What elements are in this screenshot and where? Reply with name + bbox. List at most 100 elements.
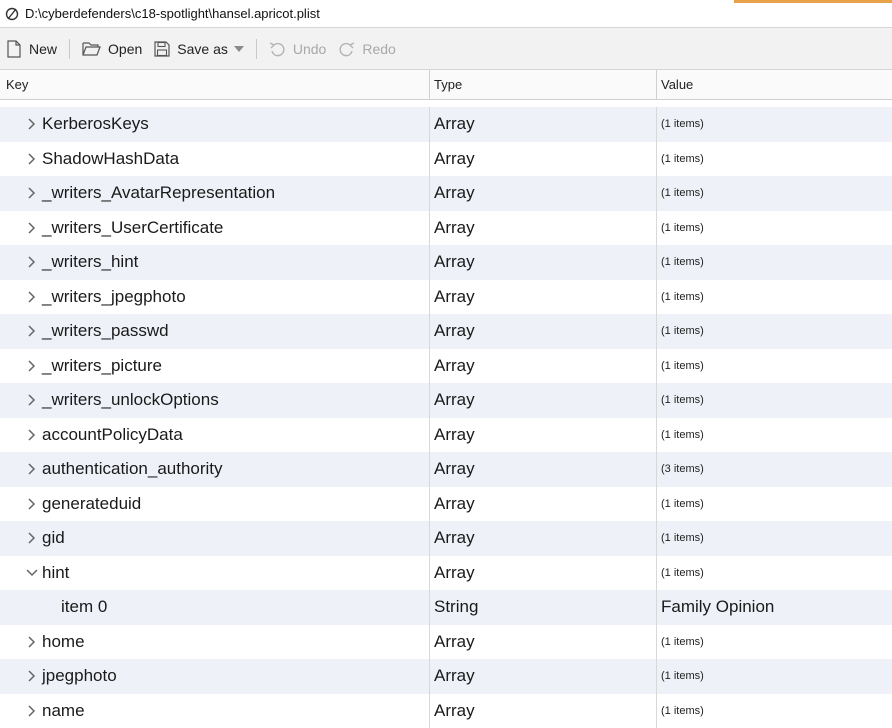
chevron-right-icon[interactable] xyxy=(25,428,39,442)
value-cell: (1 items) xyxy=(657,349,892,384)
chevron-right-icon[interactable] xyxy=(25,221,39,235)
column-header-type[interactable]: Type xyxy=(430,70,657,99)
table-row[interactable]: _writers_unlockOptions Array(1 items) xyxy=(0,383,892,418)
value-cell: (1 items) xyxy=(657,107,892,142)
value-cell: (1 items) xyxy=(657,383,892,418)
type-cell: Array xyxy=(430,556,657,591)
save-as-button-label: Save as xyxy=(177,41,228,57)
key-cell: accountPolicyData xyxy=(0,418,430,453)
value-cell: Family Opinion xyxy=(657,590,892,625)
table-row[interactable]: hintArray(1 items) xyxy=(0,556,892,591)
type-cell: Array xyxy=(430,418,657,453)
key-label: gid xyxy=(42,528,65,548)
chevron-right-icon[interactable] xyxy=(25,635,39,649)
chevron-right-icon[interactable] xyxy=(25,359,39,373)
type-cell: Array xyxy=(430,280,657,315)
key-label: generateduid xyxy=(42,494,141,514)
value-cell: (1 items) xyxy=(657,280,892,315)
chevron-right-icon[interactable] xyxy=(25,531,39,545)
key-cell: item 0 xyxy=(0,590,430,625)
type-cell: Array xyxy=(430,383,657,418)
key-cell: authentication_authority xyxy=(0,452,430,487)
chevron-right-icon[interactable] xyxy=(25,462,39,476)
table-row[interactable]: _writers_AvatarRepresentationArray(1 ite… xyxy=(0,176,892,211)
type-cell: Array xyxy=(430,625,657,660)
table-row[interactable]: accountPolicyDataArray(1 items) xyxy=(0,418,892,453)
type-cell: Array xyxy=(430,314,657,349)
table-row[interactable]: jpegphotoArray(1 items) xyxy=(0,659,892,694)
table-row[interactable]: item 0StringFamily Opinion xyxy=(0,590,892,625)
column-header-value[interactable]: Value xyxy=(657,70,892,99)
table-row[interactable]: _writers_hintArray(1 items) xyxy=(0,245,892,280)
key-cell: generateduid xyxy=(0,487,430,522)
key-label: accountPolicyData xyxy=(42,425,183,445)
undo-button[interactable]: Undo xyxy=(263,34,332,64)
chevron-right-icon[interactable] xyxy=(25,393,39,407)
key-label: _writers_passwd xyxy=(42,321,169,341)
toolbar-separator xyxy=(69,39,70,59)
table-row[interactable]: gidArray(1 items) xyxy=(0,521,892,556)
key-label: _writers_unlockOptions xyxy=(42,390,219,410)
value-cell: (1 items) xyxy=(657,245,892,280)
chevron-right-icon[interactable] xyxy=(25,324,39,338)
table-row[interactable]: _writers_UserCertificateArray(1 items) xyxy=(0,211,892,246)
chevron-down-icon[interactable] xyxy=(25,566,39,580)
app-logo-icon xyxy=(5,7,19,21)
type-cell: Array xyxy=(430,452,657,487)
chevron-right-icon[interactable] xyxy=(25,152,39,166)
key-label: _writers_hint xyxy=(42,252,138,272)
table-row[interactable]: generateduidArray(1 items) xyxy=(0,487,892,522)
table-row[interactable]: _writers_jpegphoto Array(1 items) xyxy=(0,280,892,315)
chevron-right-icon[interactable] xyxy=(25,117,39,131)
key-cell: name xyxy=(0,694,430,728)
open-button[interactable]: Open xyxy=(76,34,148,64)
chevron-right-icon[interactable] xyxy=(25,255,39,269)
chevron-right-icon[interactable] xyxy=(25,186,39,200)
key-label: _writers_jpegphoto xyxy=(42,287,186,307)
table-row[interactable]: _writers_passwdArray(1 items) xyxy=(0,314,892,349)
new-file-icon xyxy=(6,40,22,58)
window-title: D:\cyberdefenders\c18-spotlight\hansel.a… xyxy=(25,6,320,21)
table-row[interactable]: ShadowHashDataArray(1 items) xyxy=(0,142,892,177)
key-cell: _writers_UserCertificate xyxy=(0,211,430,246)
chevron-down-icon[interactable] xyxy=(234,46,244,52)
new-button[interactable]: New xyxy=(0,34,63,64)
key-cell: jpegphoto xyxy=(0,659,430,694)
table-row[interactable]: home Array(1 items) xyxy=(0,625,892,660)
value-cell: (3 items) xyxy=(657,452,892,487)
key-label: home xyxy=(42,632,85,652)
type-cell: Array xyxy=(430,142,657,177)
key-cell: KerberosKeys xyxy=(0,107,430,142)
chevron-right-icon[interactable] xyxy=(25,669,39,683)
table-row[interactable]: KerberosKeysArray(1 items) xyxy=(0,107,892,142)
column-header-key[interactable]: Key xyxy=(0,70,430,99)
key-cell: _writers_passwd xyxy=(0,314,430,349)
key-label: hint xyxy=(42,563,69,583)
toolbar-separator xyxy=(256,39,257,59)
key-cell: _writers_unlockOptions xyxy=(0,383,430,418)
value-cell: (1 items) xyxy=(657,625,892,660)
key-label: item 0 xyxy=(61,597,107,617)
chevron-right-icon[interactable] xyxy=(25,497,39,511)
value-cell: (1 items) xyxy=(657,694,892,728)
key-cell: _writers_jpegphoto xyxy=(0,280,430,315)
key-label: name xyxy=(42,701,85,721)
chevron-right-icon[interactable] xyxy=(25,704,39,718)
key-label: _writers_picture xyxy=(42,356,162,376)
redo-button[interactable]: Redo xyxy=(332,34,401,64)
redo-button-label: Redo xyxy=(362,41,395,57)
save-as-button[interactable]: Save as xyxy=(148,34,250,64)
type-cell: Array xyxy=(430,487,657,522)
value-cell: (1 items) xyxy=(657,211,892,246)
type-cell: Array xyxy=(430,211,657,246)
folder-open-icon xyxy=(82,41,101,56)
key-label: authentication_authority xyxy=(42,459,223,479)
table-row[interactable]: authentication_authority Array(3 items) xyxy=(0,452,892,487)
undo-button-label: Undo xyxy=(293,41,326,57)
type-cell: Array xyxy=(430,694,657,728)
key-label: KerberosKeys xyxy=(42,114,149,134)
chevron-right-icon[interactable] xyxy=(25,290,39,304)
table-row[interactable]: name Array(1 items) xyxy=(0,694,892,728)
table-row[interactable]: _writers_pictureArray(1 items) xyxy=(0,349,892,384)
value-cell: (1 items) xyxy=(657,142,892,177)
